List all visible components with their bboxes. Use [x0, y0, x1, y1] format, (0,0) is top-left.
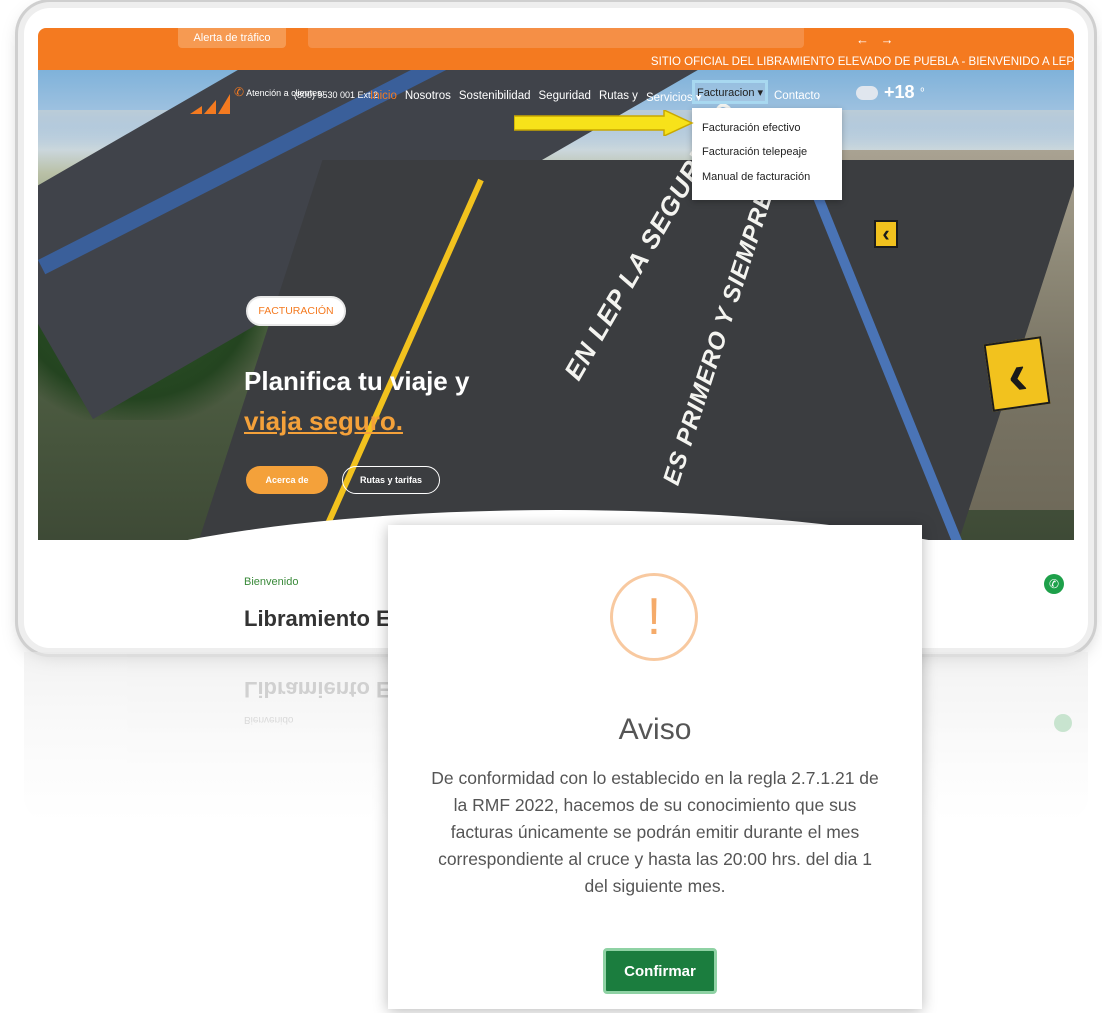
logo-icon[interactable]: [190, 92, 234, 114]
aviso-modal: ! Aviso De conformidad con lo establecid…: [388, 525, 922, 1009]
facturacion-dropdown: Facturación efectivo Facturación telepea…: [692, 108, 842, 200]
modal-title: Aviso: [618, 713, 692, 746]
top-ticker-bar: Alerta de tráfico ← → SITIO OFICIAL DEL …: [38, 28, 1074, 70]
weather-temp: +18: [884, 82, 915, 102]
acerca-de-button[interactable]: Acerca de: [246, 466, 328, 494]
nav-sostenibilidad[interactable]: Sostenibilidad: [459, 90, 531, 104]
road-painted-text: EN LEP LA SEGURIDAD ES PRIMERO Y SIEMPRE: [558, 96, 838, 530]
modal-text: De conformidad con lo establecido en la …: [431, 768, 879, 896]
section-title: Libramiento E: [244, 606, 391, 631]
nav-seguridad[interactable]: Seguridad: [539, 90, 591, 104]
weather-unit: º: [920, 87, 925, 98]
reflection-welcome: Bienvenido: [244, 714, 294, 725]
hero-title-link[interactable]: viaja seguro.: [244, 406, 403, 437]
ticker-text: SITIO OFICIAL DEL LIBRAMIENTO ELEVADO DE…: [650, 56, 1074, 68]
nav-inicio[interactable]: Inicio: [370, 90, 397, 104]
chevron-sign-icon: ‹: [983, 336, 1051, 412]
whatsapp-icon[interactable]: ✆: [1044, 574, 1064, 594]
cloud-icon: [856, 85, 878, 100]
traffic-alert-box: [308, 28, 804, 48]
rutas-tarifas-button[interactable]: Rutas y tarifas: [342, 466, 440, 494]
hero-section: EN LEP LA SEGURIDAD ES PRIMERO Y SIEMPRE…: [38, 70, 1074, 540]
nav-nosotros[interactable]: Nosotros: [405, 90, 451, 104]
reflection-title: Libramiento E: [244, 677, 391, 702]
nav-facturacion[interactable]: Facturacion ▾: [692, 80, 768, 104]
facturacion-tag: FACTURACIÓN: [246, 296, 346, 326]
dropdown-item-facturacion-telepeaje[interactable]: Facturación telepeaje: [702, 146, 807, 158]
nav-contacto[interactable]: Contacto: [774, 90, 820, 102]
phone-number[interactable]: (800) 9530 001 Ext.2: [294, 89, 378, 101]
dropdown-item-facturacion-efectivo[interactable]: Facturación efectivo: [702, 122, 800, 134]
nav-rutas[interactable]: Rutas y: [599, 90, 638, 104]
dropdown-item-manual-facturacion[interactable]: Manual de facturación: [702, 171, 810, 183]
arrow-annotation-icon: [514, 110, 694, 136]
main-nav: Inicio Nosotros Sostenibilidad Seguridad…: [370, 90, 710, 104]
confirm-button[interactable]: Confirmar: [603, 948, 717, 994]
hero-title: Planifica tu viaje y: [244, 366, 470, 396]
chevron-sign-small-icon: ‹: [874, 220, 898, 248]
welcome-label: Bienvenido: [244, 576, 299, 588]
warning-icon: !: [610, 573, 698, 661]
ticker-arrows[interactable]: ← →: [856, 32, 898, 47]
reflection-whatsapp-icon: [1054, 714, 1072, 732]
traffic-alert-button[interactable]: Alerta de tráfico: [178, 28, 286, 48]
weather-widget: +18 º: [856, 82, 924, 103]
phone-icon: ✆: [234, 85, 245, 99]
